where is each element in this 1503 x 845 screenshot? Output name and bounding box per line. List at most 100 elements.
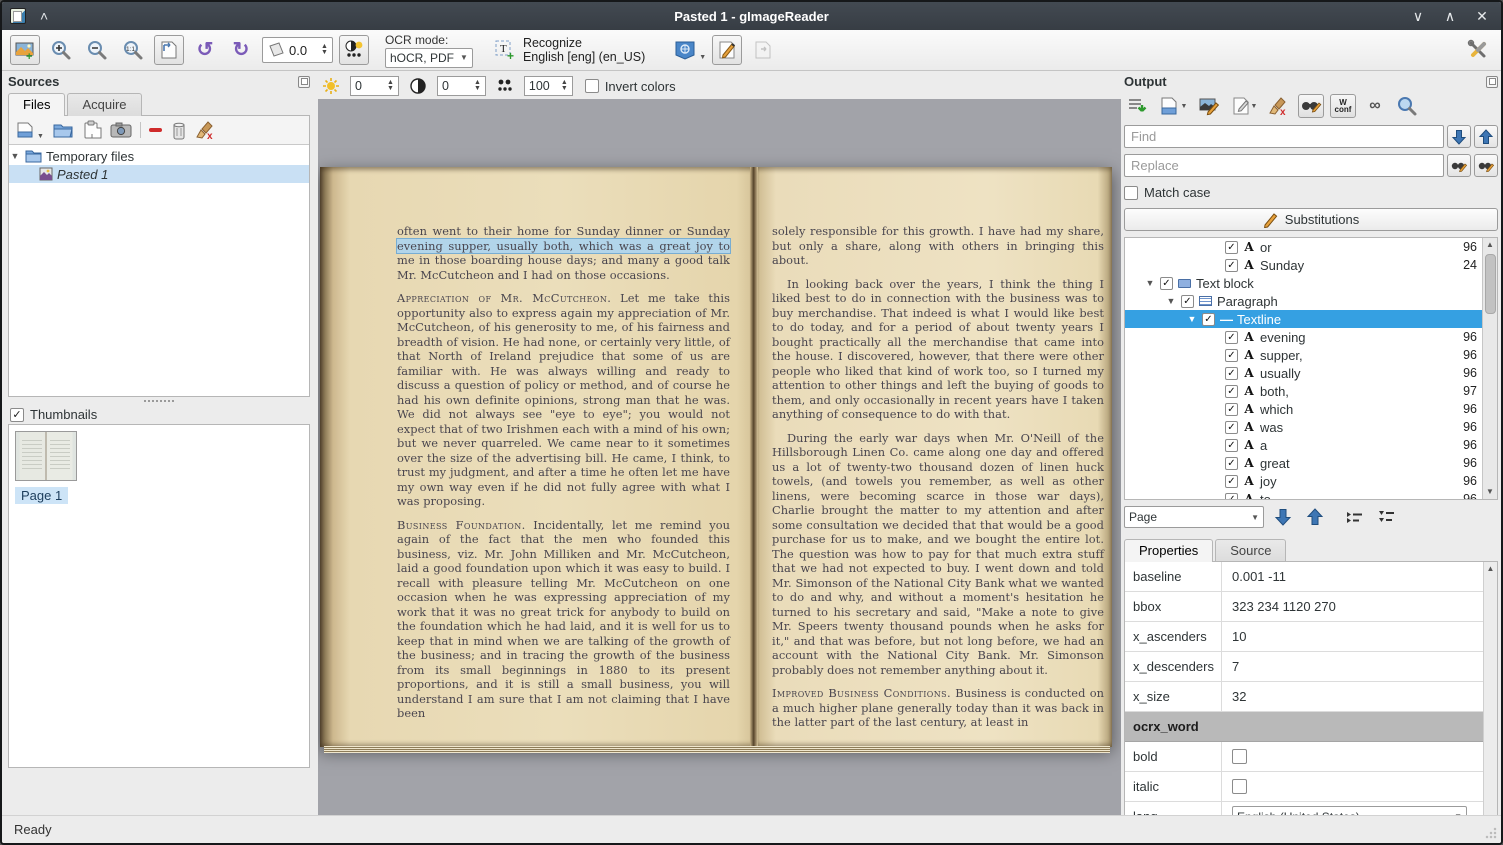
match-case-toggle[interactable]: Match case (1124, 185, 1498, 200)
image-controls-toggle[interactable] (339, 35, 369, 65)
find-replace-toggle[interactable] (1298, 94, 1324, 118)
expander-icon[interactable]: ▼ (1187, 314, 1197, 324)
zoom-fit-button[interactable] (154, 35, 184, 65)
replace-all-button[interactable] (1474, 154, 1498, 177)
item-checkbox[interactable]: ✓ (1181, 295, 1194, 308)
page-thumbnail[interactable] (15, 431, 77, 481)
thumbnails-checkbox[interactable]: ✓ (10, 408, 24, 422)
replace-button[interactable] (1447, 154, 1471, 177)
export-document-button[interactable]: ▼ (1228, 94, 1260, 118)
next-item-button[interactable] (1270, 505, 1296, 529)
tree-row-textline[interactable]: ▼✓—Textline (1125, 310, 1497, 328)
item-checkbox[interactable]: ✓ (1225, 259, 1238, 272)
spin-arrows-icon[interactable]: ▲▼ (559, 80, 570, 92)
expander-icon[interactable]: ▼ (1145, 278, 1155, 288)
add-source-button[interactable]: ▼ (15, 120, 44, 140)
rotate-right-button[interactable]: ↻ (226, 35, 256, 65)
item-checkbox[interactable]: ✓ (1225, 331, 1238, 344)
properties-scrollbar[interactable]: ▲ ▼ (1483, 562, 1497, 825)
tree-row-sunday[interactable]: ✓ASunday24 (1125, 256, 1497, 274)
tree-row-both-[interactable]: ✓Aboth,97 (1125, 382, 1497, 400)
expander-icon[interactable]: ▼ (1166, 296, 1176, 306)
resolution-spinbox[interactable]: 100 ▲▼ (524, 76, 573, 96)
item-checkbox[interactable]: ✓ (1225, 241, 1238, 254)
tree-item-pasted-1[interactable]: Pasted 1 (9, 165, 309, 183)
remove-source-button[interactable] (149, 128, 162, 132)
ocr-mode-combobox[interactable]: hOCR, PDF ▼ (385, 48, 473, 68)
maximize-button[interactable]: ∧ (1441, 8, 1459, 25)
recognize-button[interactable]: T+ Recognize English [eng] (en_US) (487, 34, 651, 66)
tree-row-evening[interactable]: ✓Aevening96 (1125, 328, 1497, 346)
preview-toggle[interactable] (1394, 94, 1420, 118)
rotation-spinbox[interactable]: 0.0 ▲▼ (262, 37, 333, 63)
minimize-button[interactable]: ∨ (1409, 8, 1427, 25)
clear-sources-button[interactable]: x (196, 120, 216, 140)
tree-row-text-block[interactable]: ▼✓Text block (1125, 274, 1497, 292)
italic-checkbox[interactable] (1232, 779, 1247, 794)
page-selector-combobox[interactable]: Page ▼ (1124, 506, 1264, 528)
export-image-button[interactable] (1196, 94, 1222, 118)
item-checkbox[interactable]: ✓ (1225, 457, 1238, 470)
tab-acquire[interactable]: Acquire (67, 93, 141, 116)
scroll-up-icon[interactable]: ▲ (1483, 238, 1497, 252)
invert-colors-toggle[interactable]: Invert colors (583, 77, 678, 96)
item-checkbox[interactable]: ✓ (1160, 277, 1173, 290)
tree-item-temporary-files[interactable]: ▼ Temporary files (9, 147, 309, 165)
detach-output-button[interactable] (1486, 76, 1498, 88)
tree-row-or[interactable]: ✓Aor96 (1125, 238, 1497, 256)
tree-row-great[interactable]: ✓Agreat96 (1125, 454, 1497, 472)
thumbnails-toggle[interactable]: ✓ Thumbnails (8, 405, 310, 424)
contrast-spinbox[interactable]: 0 ▲▼ (437, 76, 486, 96)
spin-arrows-icon[interactable]: ▲▼ (385, 80, 396, 92)
export-button[interactable] (748, 35, 778, 65)
paste-button[interactable] (82, 120, 102, 140)
rotate-left-button[interactable]: ↺ (190, 35, 220, 65)
resolution-value[interactable]: 100 (529, 79, 559, 93)
find-next-button[interactable] (1447, 125, 1471, 148)
match-case-checkbox[interactable] (1124, 186, 1138, 200)
item-checkbox[interactable]: ✓ (1225, 493, 1238, 501)
rotation-value[interactable]: 0.0 (285, 43, 319, 58)
tab-files[interactable]: Files (8, 93, 65, 116)
scroll-up-icon[interactable]: ▲ (1484, 562, 1497, 575)
item-checkbox[interactable]: ✓ (1225, 475, 1238, 488)
tree-row-usually[interactable]: ✓Ausually96 (1125, 364, 1497, 382)
add-images-button[interactable]: + (10, 35, 40, 65)
tree-row-paragraph[interactable]: ▼✓Paragraph (1125, 292, 1497, 310)
tree-row-supper-[interactable]: ✓Asupper,96 (1125, 346, 1497, 364)
collapse-all-button[interactable] (1374, 505, 1400, 529)
expander-icon[interactable]: ▼ (9, 151, 21, 161)
close-button[interactable]: ✕ (1473, 8, 1491, 25)
tree-row-joy[interactable]: ✓Ajoy96 (1125, 472, 1497, 490)
contrast-value[interactable]: 0 (442, 79, 472, 93)
expand-all-button[interactable] (1342, 505, 1368, 529)
find-input[interactable] (1124, 125, 1444, 148)
tree-row-a[interactable]: ✓Aa96 (1125, 436, 1497, 454)
bold-checkbox[interactable] (1232, 749, 1247, 764)
scroll-down-icon[interactable]: ▼ (1483, 485, 1497, 499)
open-folder-button[interactable] (52, 121, 74, 139)
delete-source-button[interactable] (170, 120, 188, 140)
item-checkbox[interactable]: ✓ (1225, 403, 1238, 416)
tab-properties[interactable]: Properties (1124, 539, 1213, 562)
language-button[interactable]: ▼ (673, 39, 706, 61)
item-checkbox[interactable]: ✓ (1202, 313, 1215, 326)
detach-sources-button[interactable] (298, 76, 310, 88)
tree-scrollbar[interactable]: ▲ ▼ (1482, 238, 1497, 499)
link-position-button[interactable]: ∞ (1362, 94, 1388, 118)
item-checkbox[interactable]: ✓ (1225, 439, 1238, 452)
resize-grip[interactable] (1485, 827, 1497, 839)
item-checkbox[interactable]: ✓ (1225, 349, 1238, 362)
item-checkbox[interactable]: ✓ (1225, 385, 1238, 398)
tab-source[interactable]: Source (1215, 539, 1286, 562)
zoom-in-button[interactable] (46, 35, 76, 65)
edit-mode-toggle[interactable] (712, 35, 742, 65)
invert-colors-checkbox[interactable] (585, 79, 599, 93)
replace-input[interactable] (1124, 154, 1444, 177)
substitutions-button[interactable]: Substitutions (1124, 208, 1498, 231)
brightness-value[interactable]: 0 (355, 79, 385, 93)
settings-button[interactable] (1463, 35, 1493, 65)
scroll-thumb[interactable] (1485, 254, 1496, 314)
tree-row-to[interactable]: ✓Ato96 (1125, 490, 1497, 500)
item-checkbox[interactable]: ✓ (1225, 421, 1238, 434)
